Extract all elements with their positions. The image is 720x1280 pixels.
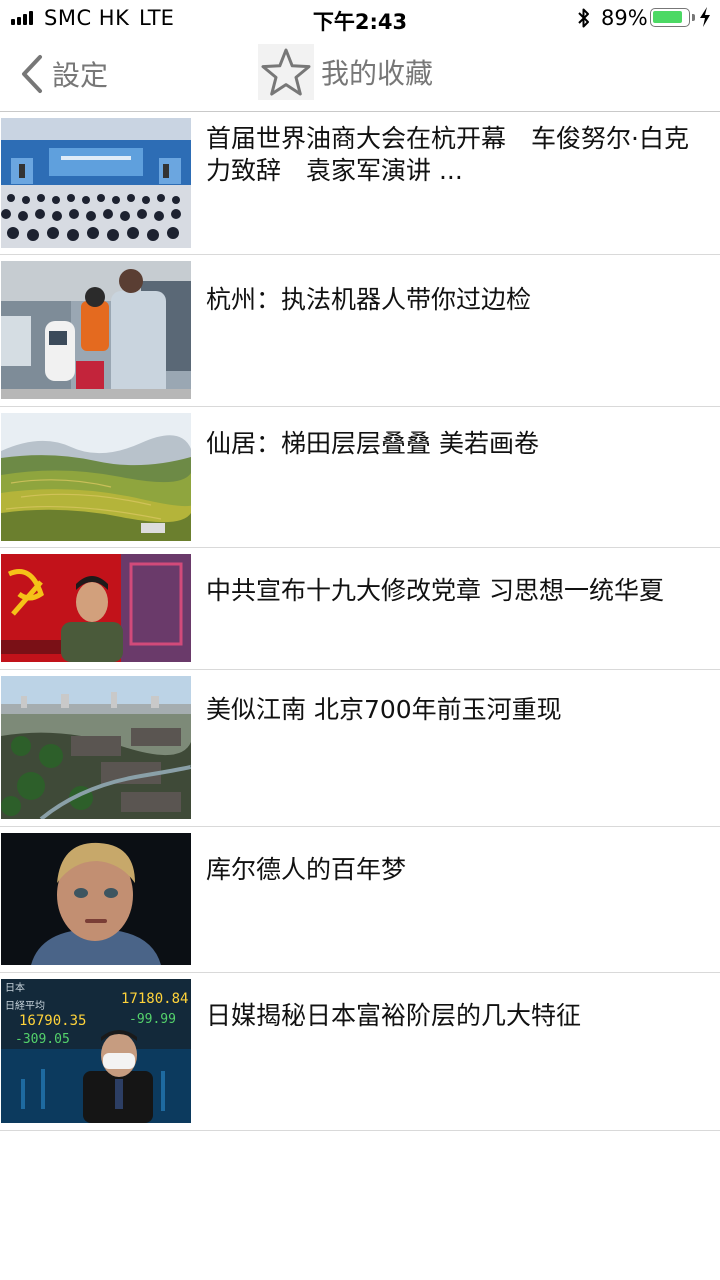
battery-level	[653, 11, 682, 23]
svg-text:16790.35: 16790.35	[19, 1013, 86, 1029]
svg-text:17180.84: 17180.84	[121, 991, 188, 1007]
item-title: 仙居：梯田层层叠叠 美若画卷	[206, 429, 539, 458]
list-item[interactable]: 17180.84 16790.35 -99.99 -309.05 日本日経平均N…	[0, 973, 720, 1131]
battery-icon	[650, 8, 690, 27]
nav-title-group: 我的收藏	[258, 44, 433, 100]
battery-tip	[692, 14, 695, 21]
battery-percent: 89%	[601, 6, 648, 30]
star-icon	[258, 44, 314, 100]
status-bar: SMC HK LTE 下午2:43 89%	[0, 0, 720, 36]
item-title: 日媒揭秘日本富裕阶层的几大特征	[206, 1001, 582, 1030]
item-title: 杭州：执法机器人带你过边检	[206, 285, 532, 314]
svg-text:日本: 日本	[5, 981, 25, 994]
favorites-list: 首届世界油商大会在杭开幕 车俊努尔·白克力致辞 袁家军演讲 ... 杭州：执法机…	[0, 112, 720, 1131]
back-button[interactable]: 設定	[20, 52, 108, 96]
nav-bar: 設定 我的收藏	[0, 36, 720, 111]
chevron-left-icon	[20, 54, 44, 94]
thumbnail-image	[1, 676, 191, 819]
list-item[interactable]: 中共宣布十九大修改党章 习思想一统华夏	[0, 548, 720, 670]
list-item[interactable]: 库尔德人的百年梦	[0, 827, 720, 973]
thumbnail-image	[1, 118, 191, 248]
thumbnail-image	[1, 413, 191, 541]
item-title: 库尔德人的百年梦	[206, 855, 407, 884]
svg-text:日経平均: 日経平均	[5, 999, 45, 1012]
charging-icon	[699, 6, 711, 33]
list-item[interactable]: 杭州：执法机器人带你过边检	[0, 255, 720, 407]
page-title: 我的收藏	[321, 57, 434, 90]
item-title: 美似江南 北京700年前玉河重现	[206, 695, 562, 724]
svg-text:-309.05: -309.05	[15, 1032, 70, 1047]
bluetooth-icon	[576, 7, 592, 34]
list-item[interactable]: 首届世界油商大会在杭开幕 车俊努尔·白克力致辞 袁家军演讲 ...	[0, 112, 720, 255]
thumbnail-image	[1, 261, 191, 399]
item-title: 中共宣布十九大修改党章 习思想一统华夏	[206, 576, 664, 605]
list-item[interactable]: 仙居：梯田层层叠叠 美若画卷	[0, 407, 720, 548]
thumbnail-image	[1, 554, 191, 662]
svg-text:-99.99: -99.99	[129, 1012, 176, 1027]
item-title: 首届世界油商大会在杭开幕 车俊努尔·白克力致辞 袁家军演讲 ...	[206, 124, 689, 185]
thumbnail-image	[1, 833, 191, 965]
list-item[interactable]: 美似江南 北京700年前玉河重现	[0, 670, 720, 827]
thumbnail-image: 17180.84 16790.35 -99.99 -309.05 日本日経平均N…	[1, 979, 191, 1123]
back-label: 設定	[52, 59, 109, 92]
